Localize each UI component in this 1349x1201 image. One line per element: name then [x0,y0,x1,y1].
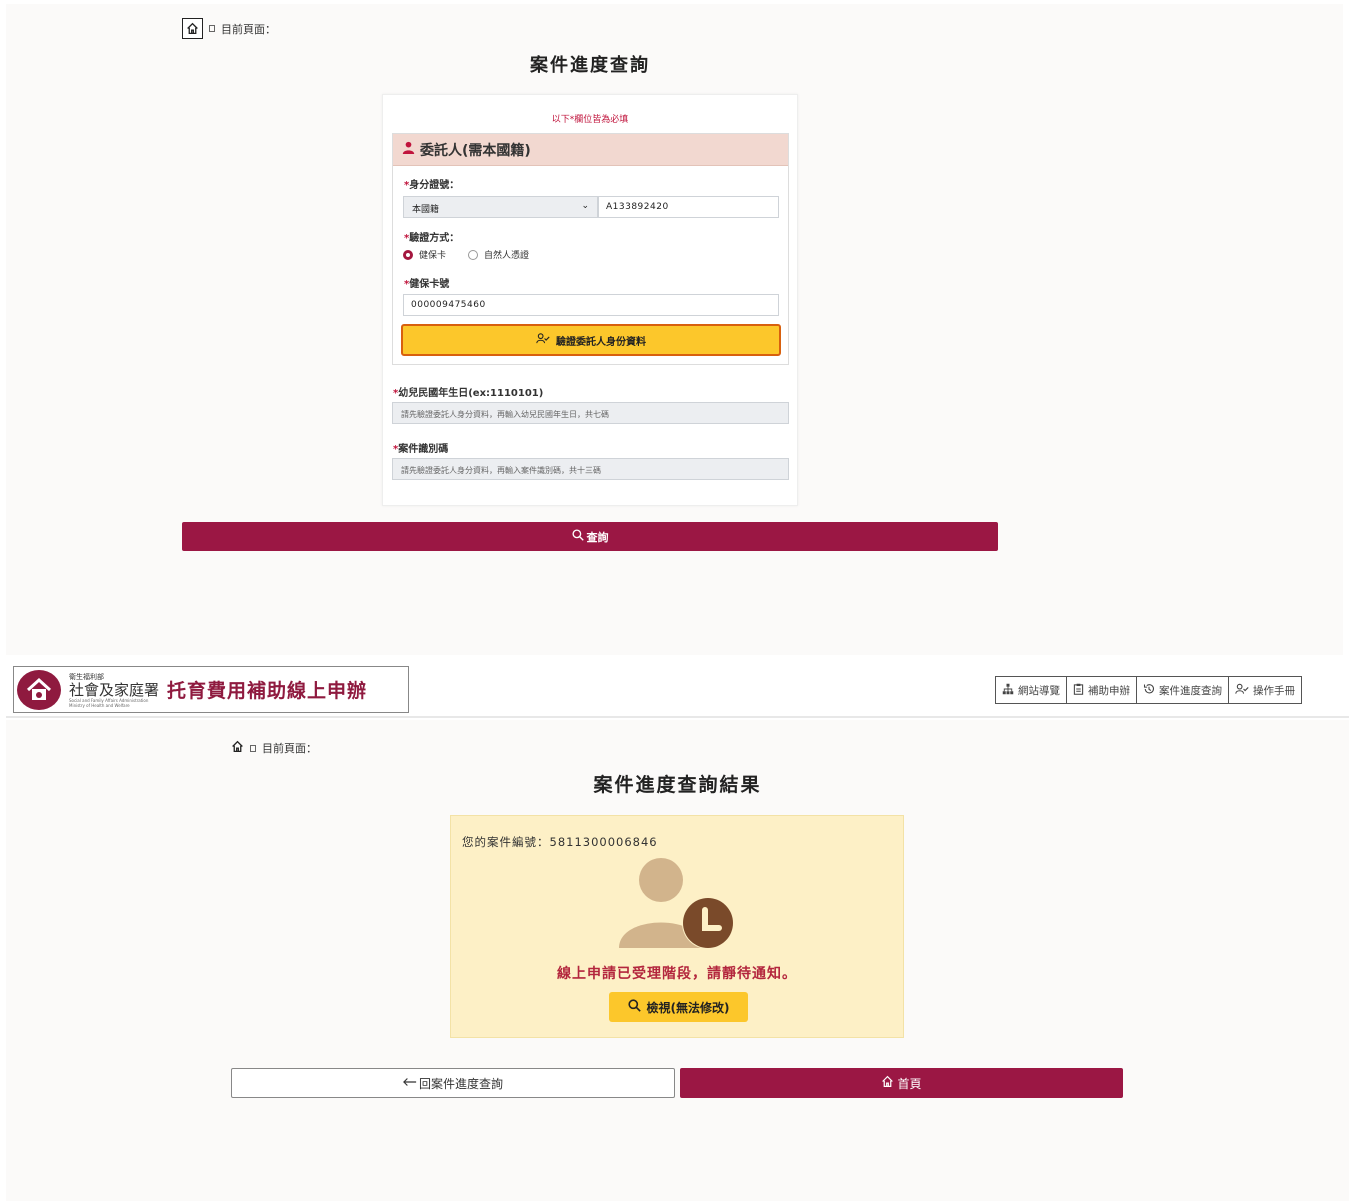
top-nav: 網站導覽 補助申辦 案件進度查詢 操作手冊 [995,676,1302,704]
breadcrumb-current-label: 目前頁面： [221,22,276,36]
case-number: 您的案件編號：5811300006846 [462,835,658,849]
search-icon [571,529,584,544]
breadcrumb: 目前頁面： [231,740,317,756]
home-icon [881,1075,894,1091]
radio-citizen-certificate[interactable] [468,249,479,260]
client-section-header: 委託人(需本國籍) [393,134,788,166]
verify-client-button-label: 驗證委託人身份資料 [556,336,646,348]
id-label: *身分證號： [404,180,460,191]
client-section: 委託人(需本國籍) *身分證號： 本國籍 ⌄ A133892420 *驗證方式：… [392,133,789,365]
case-code-label: *案件識別碼 [393,444,449,455]
case-code-input[interactable]: 請先驗證委託人身分資料，再輸入案件識別碼，共十三碼 [392,458,789,480]
query-button[interactable]: 查詢 [182,522,998,551]
site-logo[interactable]: 衛生福利部 社會及家庭署 Social and Family Affairs A… [13,666,409,713]
placeholder-glyph [250,744,256,752]
verify-client-button[interactable]: 驗證委託人身份資料 [401,324,781,356]
card-number-label: *健保卡號 [404,279,450,290]
history-icon [1143,683,1155,698]
nav-manual[interactable]: 操作手冊 [1228,676,1302,704]
client-section-title: 委託人(需本國籍) [420,142,531,159]
home-icon[interactable] [231,740,244,756]
home-icon[interactable] [182,18,203,39]
birthday-input[interactable]: 請先驗證委託人身分資料，再輸入幼兒民國年生日，共七碼 [392,402,789,424]
home-button-label: 首頁 [897,1076,922,1091]
nationality-select[interactable]: 本國籍 ⌄ [403,196,598,218]
required-note: 以下*欄位皆為必填 [551,115,629,125]
status-message: 線上申請已受理階段，請靜待通知。 [557,966,797,982]
page-title: 案件進度查詢結果 [593,774,762,796]
radio-health-card[interactable] [403,249,413,260]
verify-method-radio-group: 健保卡 自然人憑證 [403,248,529,261]
query-form-card: 以下*欄位皆為必填 委託人(需本國籍) *身分證號： 本國籍 ⌄ A133892… [382,94,798,506]
breadcrumb: 目前頁面： [182,18,276,39]
verify-method-label: *驗證方式： [404,233,460,244]
nav-case-progress[interactable]: 案件進度查詢 [1136,676,1229,704]
arrow-left-icon [403,1076,417,1090]
site-header: 衛生福利部 社會及家庭署 Social and Family Affairs A… [6,660,1349,718]
id-number-input[interactable]: A133892420 [598,196,779,218]
breadcrumb-current-label: 目前頁面： [262,742,317,755]
user-check-icon [1235,683,1249,698]
person-icon [402,141,415,158]
home-button[interactable]: 首頁 [680,1068,1123,1098]
back-to-query-button[interactable]: 回案件進度查詢 [231,1068,675,1098]
chevron-down-icon: ⌄ [581,201,589,211]
logo-emblem-icon [17,669,61,710]
pending-user-clock-icon [619,858,734,949]
back-to-query-button-label: 回案件進度查詢 [418,1076,503,1091]
user-check-icon [536,333,550,347]
search-icon [627,999,641,1015]
sitemap-icon [1002,683,1014,698]
result-card: 您的案件編號：5811300006846 線上申請已受理階段，請靜待通知。 檢視… [450,815,904,1038]
logo-org-block: 衛生福利部 社會及家庭署 Social and Family Affairs A… [69,672,160,708]
health-card-number-input[interactable]: 000009475460 [403,294,779,316]
app-title: 托育費用補助線上申辦 [167,680,368,702]
radio-health-card-label: 健保卡 [419,251,447,261]
nav-sitemap[interactable]: 網站導覽 [995,676,1067,704]
result-panel: 目前頁面： 案件進度查詢結果 您的案件編號：5811300006846 線上申請… [6,720,1349,1201]
nav-apply[interactable]: 補助申辦 [1066,676,1137,704]
query-button-label: 查詢 [586,530,609,544]
radio-citizen-certificate-label: 自然人憑證 [484,251,530,261]
placeholder-glyph [209,25,215,32]
query-form-panel: 目前頁面： 案件進度查詢 以下*欄位皆為必填 委託人(需本國籍) *身分證號： … [6,4,1343,655]
view-readonly-button-label: 檢視(無法修改) [646,1000,730,1015]
birthday-label: *幼兒民國年生日(ex:1110101) [393,388,544,399]
view-readonly-button[interactable]: 檢視(無法修改) [609,992,748,1022]
clipboard-icon [1073,683,1084,698]
page-title: 案件進度查詢 [530,55,650,76]
